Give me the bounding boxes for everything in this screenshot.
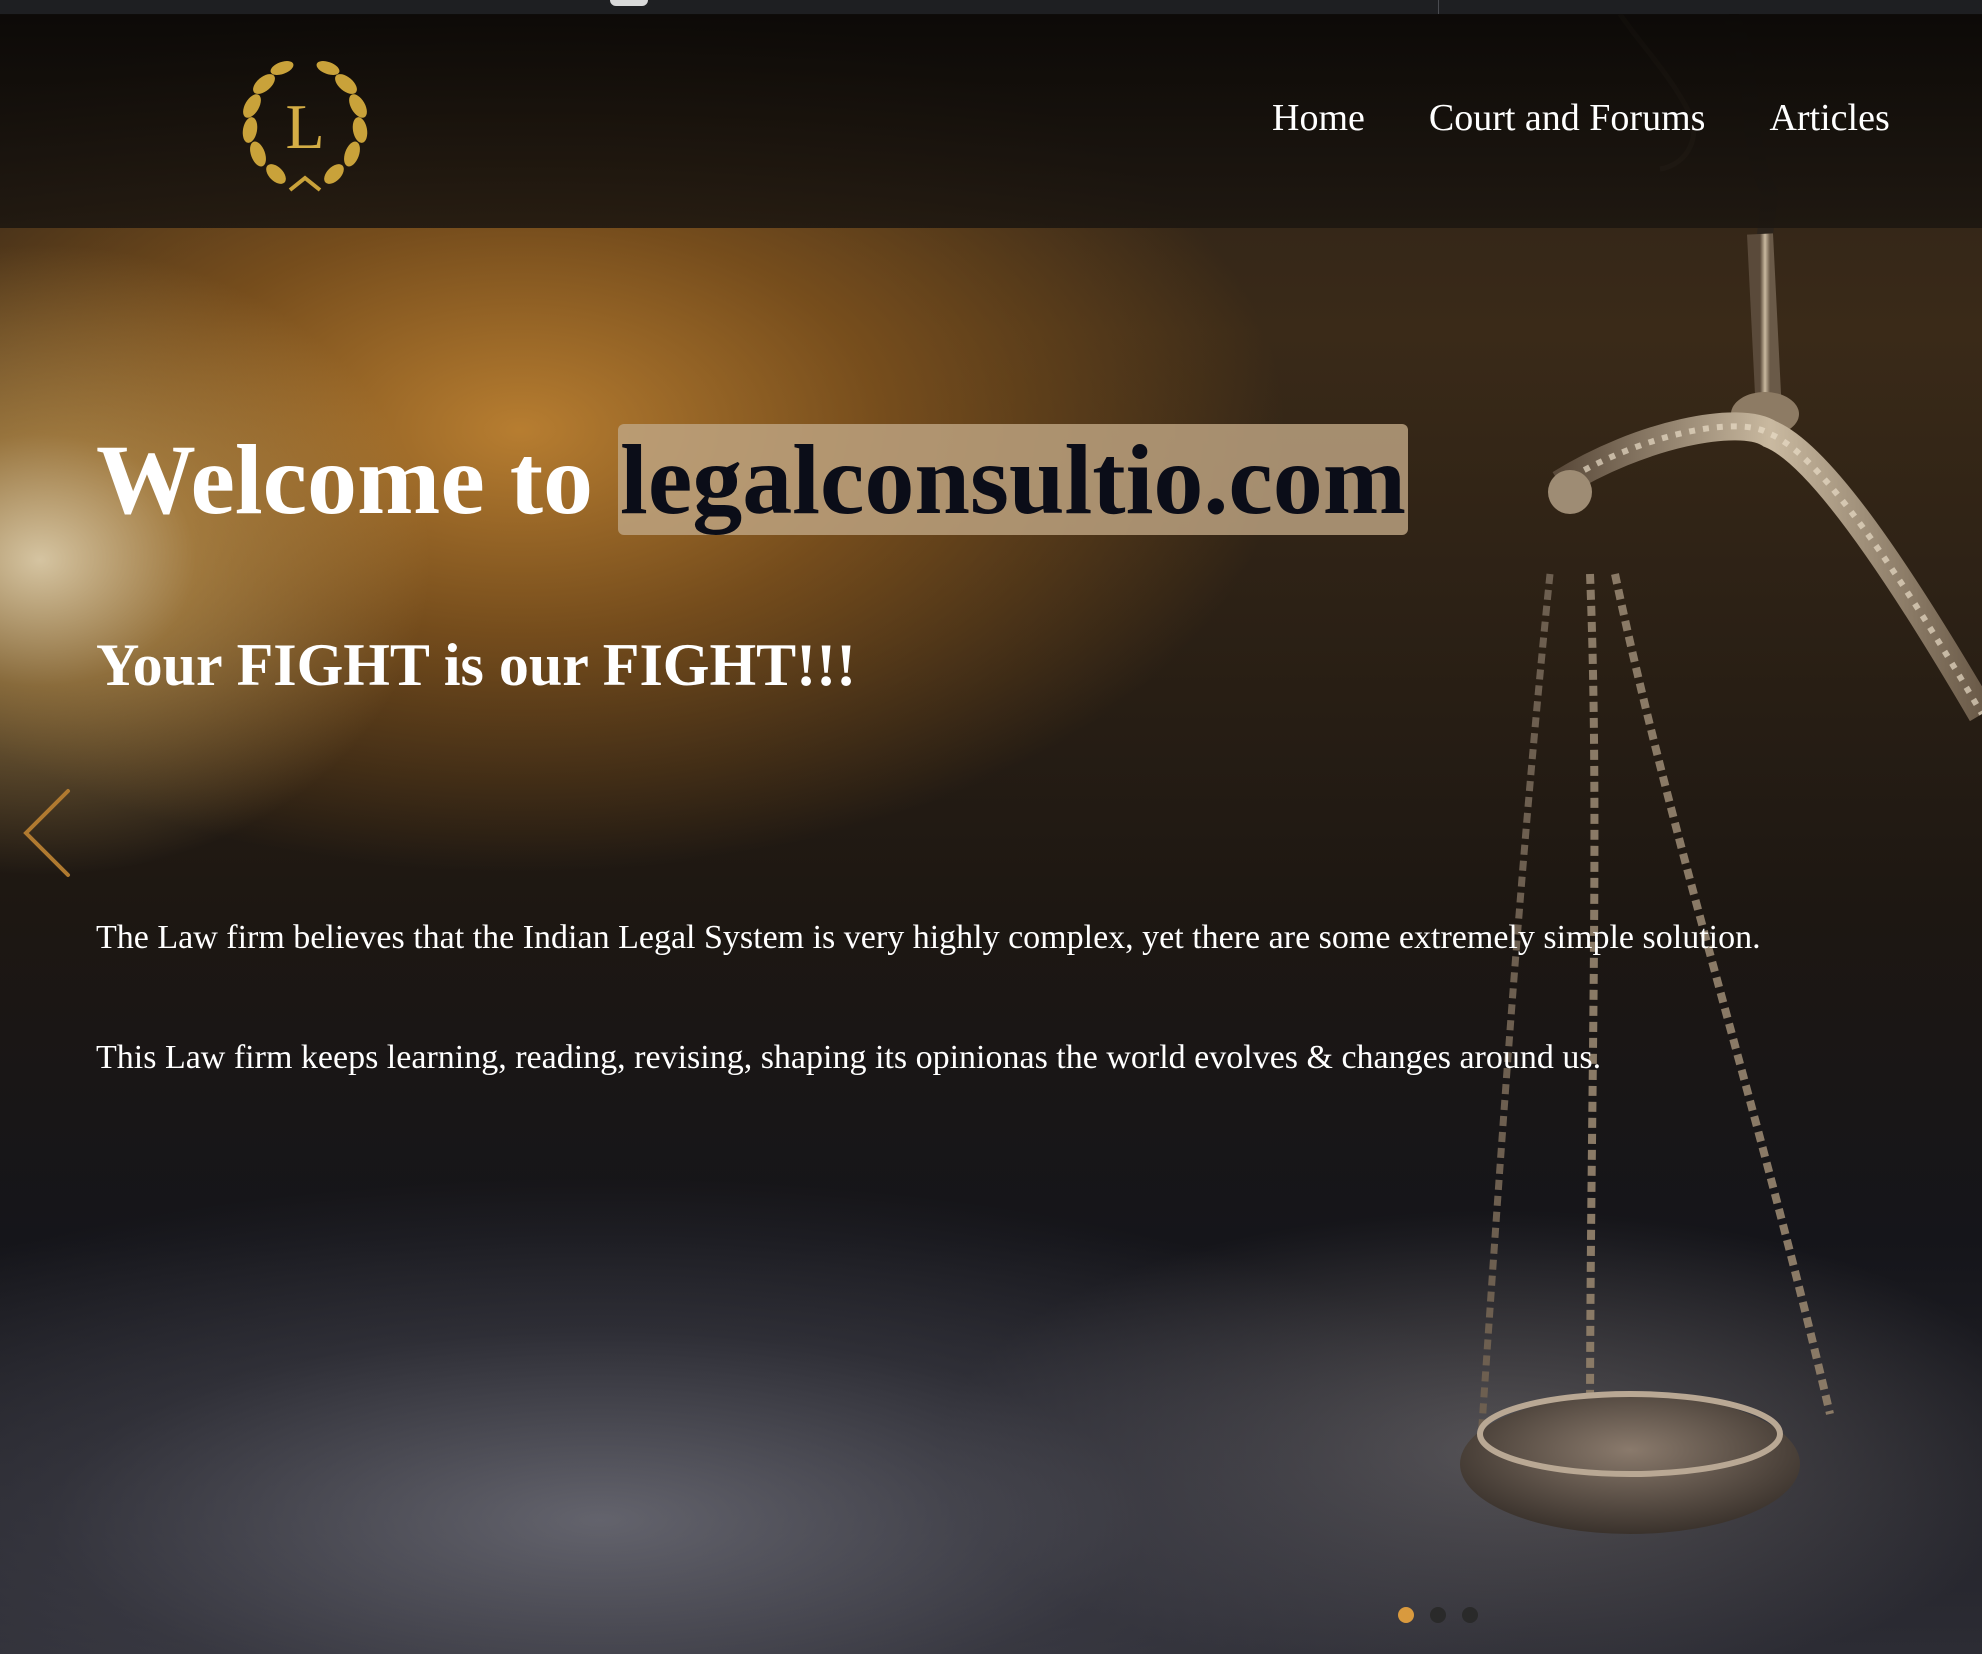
hero-title-highlight: legalconsultio.com <box>618 424 1409 535</box>
nav-articles[interactable]: Articles <box>1769 96 1889 140</box>
chevron-left-icon[interactable] <box>20 785 76 881</box>
carousel-dot-3[interactable] <box>1462 1607 1478 1623</box>
main-nav: Home Court and Forums Articles <box>1272 96 1954 140</box>
hero-title: Welcome to legalconsultio.com <box>96 420 1409 540</box>
site-header: L Home Court and Forums Articles <box>0 14 1982 228</box>
nav-home[interactable]: Home <box>1272 96 1365 140</box>
carousel-dot-2[interactable] <box>1430 1607 1446 1623</box>
hero-paragraph-2: This Law firm keeps learning, reading, r… <box>96 1039 1602 1076</box>
hero-title-prefix: Welcome to <box>96 424 619 535</box>
browser-divider <box>1438 0 1439 14</box>
logo-letter: L <box>285 91 324 162</box>
nav-court-and-forums[interactable]: Court and Forums <box>1429 96 1706 140</box>
carousel-dots <box>1398 1607 1478 1623</box>
hero-paragraph-1: The Law firm believes that the Indian Le… <box>96 919 1761 956</box>
carousel-dot-1[interactable] <box>1398 1607 1414 1623</box>
page: L Home Court and Forums Articles Welcome… <box>0 0 1982 1654</box>
scales-of-justice-image <box>1460 14 1982 1534</box>
laurel-logo-icon[interactable]: L <box>230 50 380 200</box>
browser-strip <box>0 0 1982 15</box>
hero-subtitle: Your FIGHT is our FIGHT!!! <box>96 632 857 698</box>
browser-tab-nub <box>610 0 648 6</box>
